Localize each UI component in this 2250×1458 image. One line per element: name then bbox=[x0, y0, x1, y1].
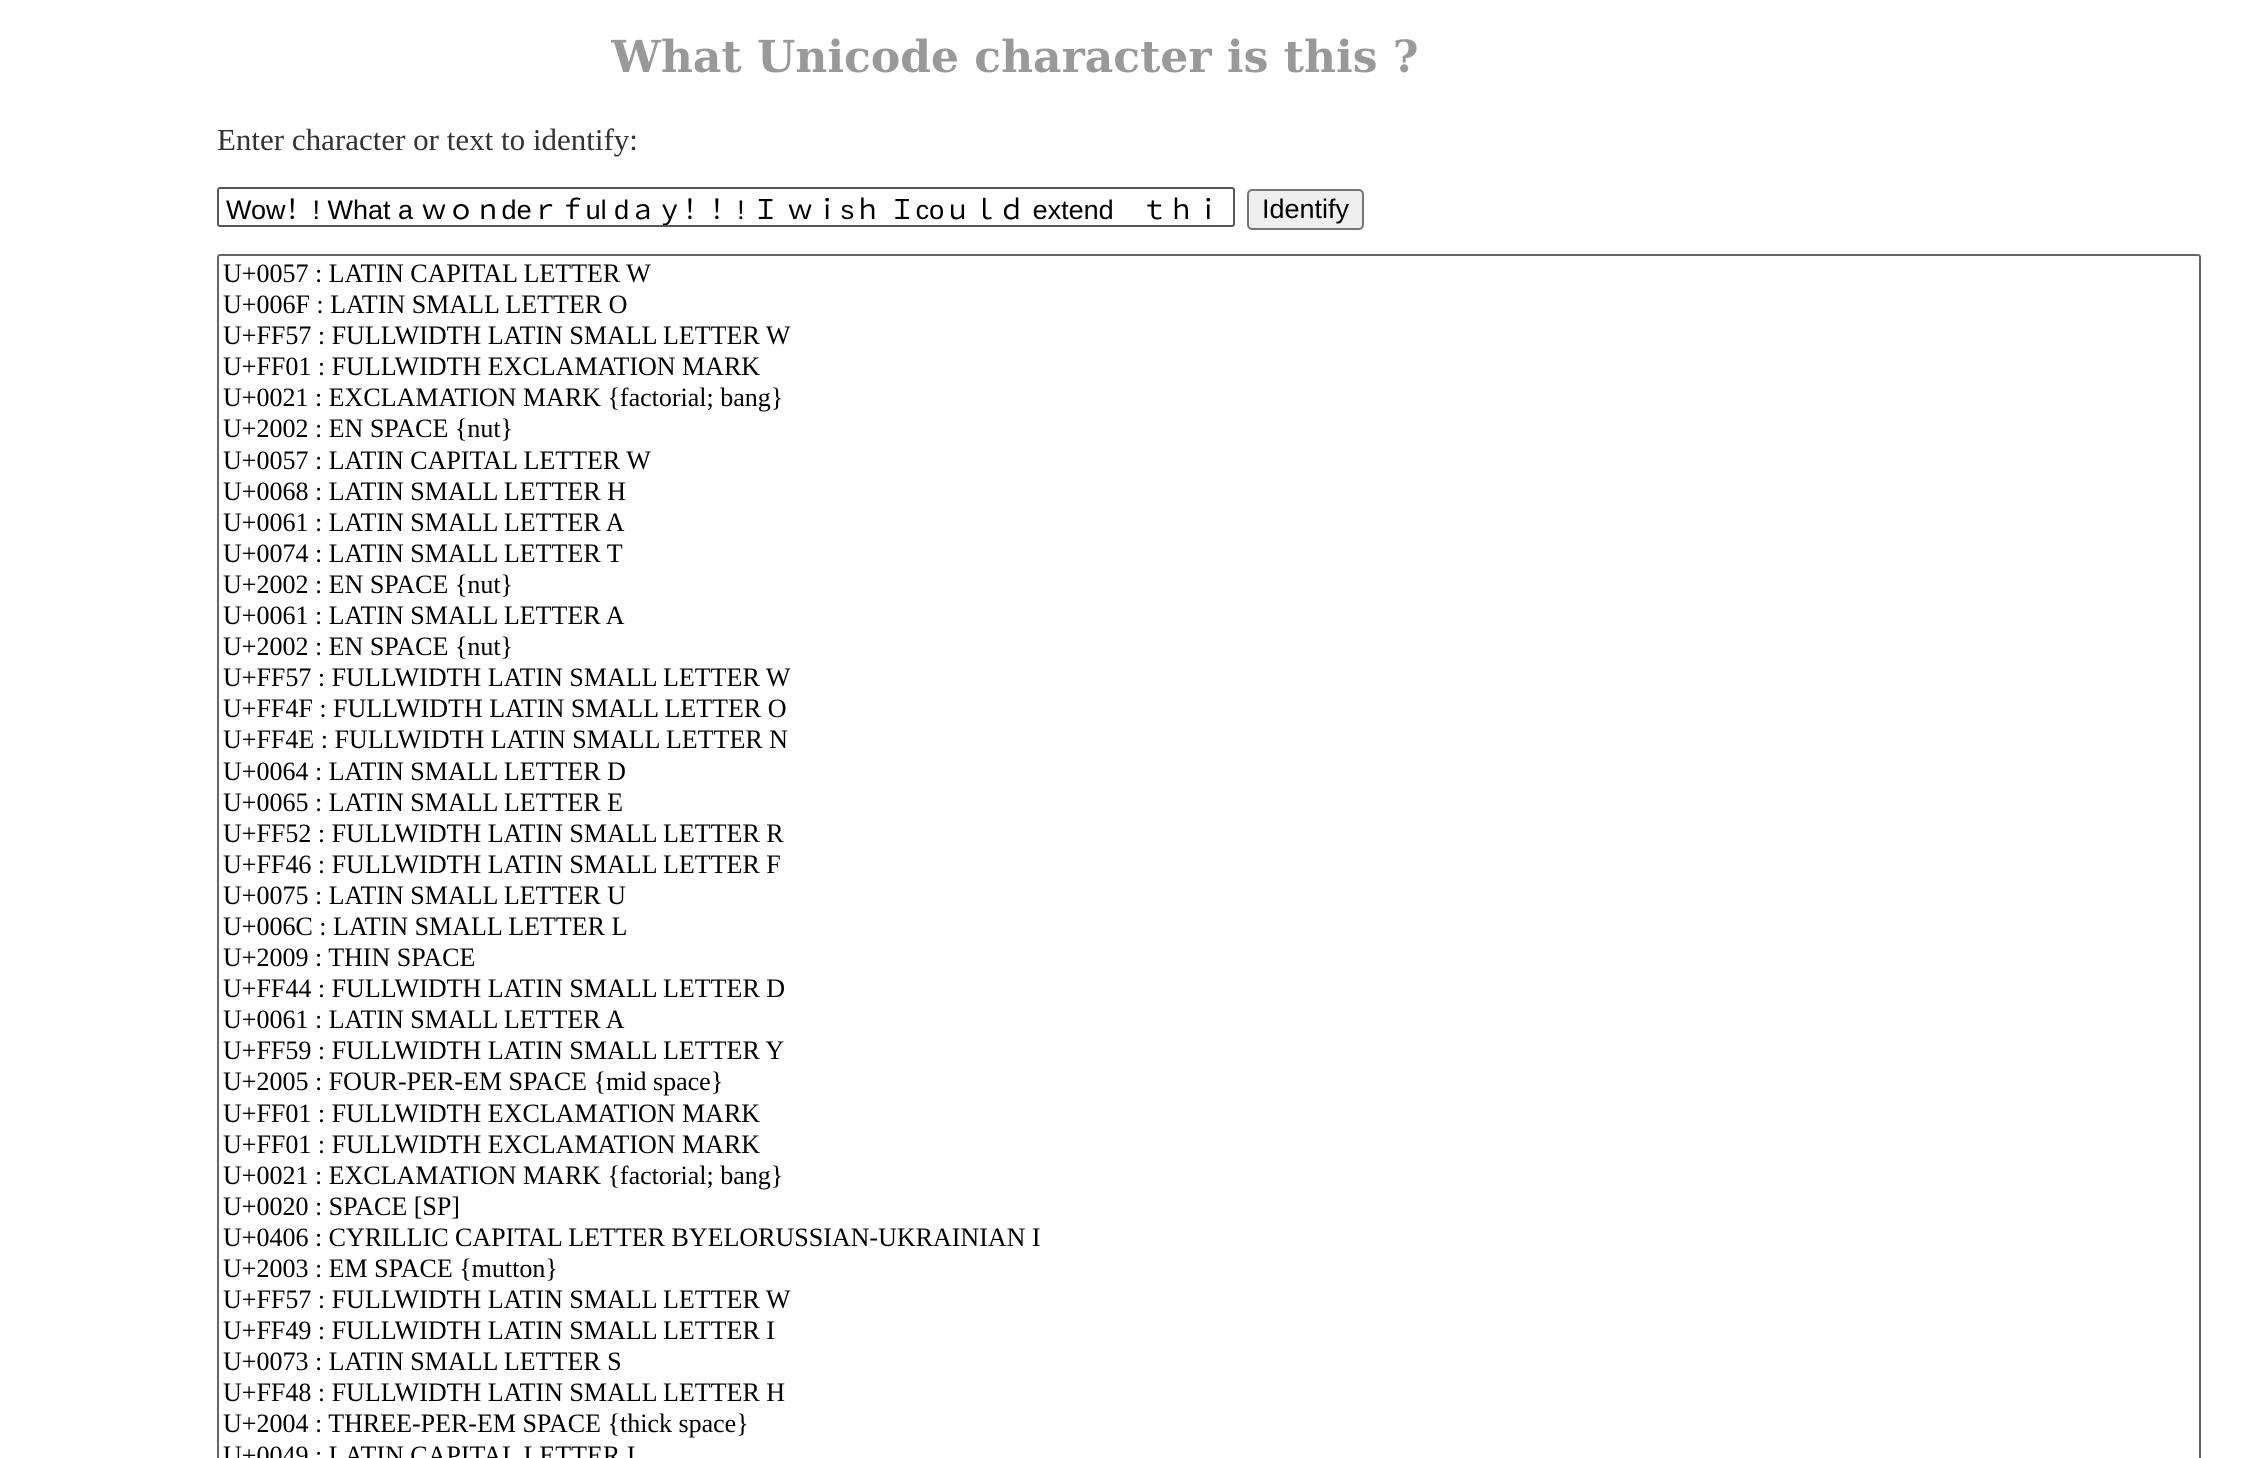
result-line: U+0021 : EXCLAMATION MARK {factorial; ba… bbox=[223, 1160, 784, 1190]
input-prompt-label: Enter character or text to identify: bbox=[217, 122, 638, 157]
page: What Unicode character is this ? Enter c… bbox=[0, 0, 2250, 1458]
result-line: U+0074 : LATIN SMALL LETTER T bbox=[223, 538, 623, 568]
result-line: U+2002 : EN SPACE {nut} bbox=[223, 414, 514, 444]
identify-button[interactable]: Identify bbox=[1247, 189, 1364, 230]
result-line: U+0406 : CYRILLIC CAPITAL LETTER BYELORU… bbox=[223, 1222, 1041, 1252]
result-line: U+2002 : EN SPACE {nut} bbox=[223, 632, 514, 662]
result-line: U+FF01 : FULLWIDTH EXCLAMATION MARK bbox=[223, 1129, 761, 1159]
result-line: U+FF57 : FULLWIDTH LATIN SMALL LETTER W bbox=[223, 1285, 791, 1315]
results-textarea[interactable]: U+0057 : LATIN CAPITAL LETTER W U+006F : … bbox=[217, 254, 2201, 1458]
result-line: U+2003 : EM SPACE {mutton} bbox=[223, 1254, 558, 1283]
result-line: U+FF57 : FULLWIDTH LATIN SMALL LETTER W bbox=[223, 663, 791, 693]
result-line: U+FF59 : FULLWIDTH LATIN SMALL LETTER Y bbox=[223, 1036, 785, 1066]
page-title: What Unicode character is this ? bbox=[611, 32, 1419, 83]
result-line: U+0065 : LATIN SMALL LETTER E bbox=[223, 787, 624, 817]
result-line: U+2009 : THIN SPACE bbox=[223, 943, 476, 973]
result-line: U+0061 : LATIN SMALL LETTER A bbox=[223, 1005, 625, 1035]
result-line: U+2005 : FOUR-PER-EM SPACE {mid space} bbox=[223, 1067, 724, 1097]
result-line: U+FF57 : FULLWIDTH LATIN SMALL LETTER W bbox=[223, 321, 791, 351]
result-line: U+2004 : THREE-PER-EM SPACE {thick space… bbox=[223, 1409, 749, 1439]
result-line: U+0021 : EXCLAMATION MARK {factorial; ba… bbox=[223, 383, 784, 413]
result-line: U+006F : LATIN SMALL LETTER O bbox=[223, 290, 628, 320]
result-line: U+FF44 : FULLWIDTH LATIN SMALL LETTER D bbox=[223, 974, 786, 1004]
result-line: U+FF46 : FULLWIDTH LATIN SMALL LETTER F bbox=[223, 849, 781, 879]
result-line: U+FF01 : FULLWIDTH EXCLAMATION MARK bbox=[223, 1098, 761, 1128]
result-line: U+0020 : SPACE [SP] bbox=[223, 1191, 460, 1221]
result-line: U+2002 : EN SPACE {nut} bbox=[223, 569, 514, 599]
results-list: U+0057 : LATIN CAPITAL LETTER W U+006F : … bbox=[223, 258, 2195, 1458]
result-line: U+0057 : LATIN CAPITAL LETTER W bbox=[223, 259, 651, 288]
result-line: U+0075 : LATIN SMALL LETTER U bbox=[223, 880, 626, 910]
result-line: U+0073 : LATIN SMALL LETTER S bbox=[223, 1347, 622, 1377]
result-line: U+FF01 : FULLWIDTH EXCLAMATION MARK bbox=[223, 352, 761, 382]
character-text-input[interactable] bbox=[217, 187, 1235, 227]
result-line: U+FF48 : FULLWIDTH LATIN SMALL LETTER H bbox=[223, 1378, 786, 1408]
result-line: U+0064 : LATIN SMALL LETTER D bbox=[223, 756, 626, 786]
result-line: U+FF49 : FULLWIDTH LATIN SMALL LETTER I bbox=[223, 1316, 775, 1346]
result-line: U+FF52 : FULLWIDTH LATIN SMALL LETTER R bbox=[223, 818, 784, 848]
result-line: U+0061 : LATIN SMALL LETTER A bbox=[223, 601, 625, 631]
result-line: U+006C : LATIN SMALL LETTER L bbox=[223, 911, 628, 941]
result-line: U+0049 : LATIN CAPITAL LETTER I bbox=[223, 1440, 636, 1458]
result-line: U+0068 : LATIN SMALL LETTER H bbox=[223, 476, 626, 506]
result-line: U+0057 : LATIN CAPITAL LETTER W bbox=[223, 445, 651, 475]
result-line: U+FF4F : FULLWIDTH LATIN SMALL LETTER O bbox=[223, 694, 787, 724]
result-line: U+FF4E : FULLWIDTH LATIN SMALL LETTER N bbox=[223, 725, 788, 755]
result-line: U+0061 : LATIN SMALL LETTER A bbox=[223, 507, 625, 537]
